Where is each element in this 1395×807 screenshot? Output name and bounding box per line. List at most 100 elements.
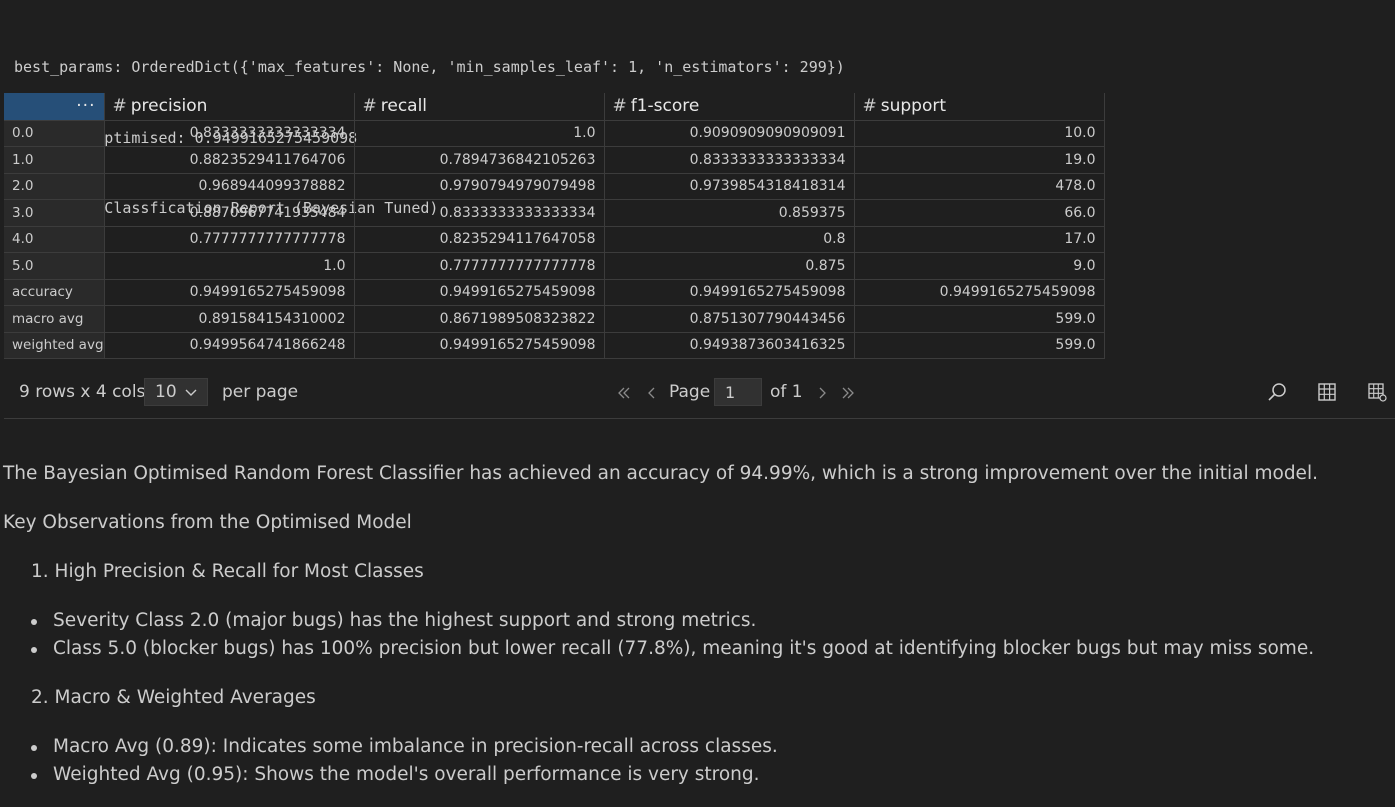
table-cell[interactable]: 0.9739854318418314 — [604, 173, 855, 200]
table-cell[interactable]: 17.0 — [854, 226, 1105, 253]
per-page-label: per page — [222, 382, 299, 402]
table-cell[interactable]: 0.968944099378882 — [104, 173, 355, 200]
table-cell[interactable]: 0.875 — [604, 252, 855, 280]
page-count-label: of 1 — [770, 382, 803, 402]
table-cell[interactable]: 0.9090909090909091 — [604, 120, 855, 147]
table-cell[interactable]: 0.9499165275459098 — [854, 279, 1105, 306]
numeric-type-icon: # — [612, 96, 627, 117]
index-column-header[interactable]: ··· — [4, 93, 105, 121]
table-cell[interactable]: 0.7777777777777778 — [354, 252, 605, 280]
per-page-select[interactable]: 10 — [144, 378, 208, 406]
page-number-input[interactable] — [714, 378, 762, 406]
column-settings-icon[interactable] — [1366, 381, 1388, 403]
table-row: 4.0 0.7777777777777778 0.823529411764705… — [4, 226, 1105, 253]
row-index: macro avg — [4, 305, 105, 333]
table-cell[interactable]: 0.8671989508323822 — [354, 305, 605, 333]
table-cell[interactable]: 0.9499165275459098 — [354, 279, 605, 306]
bullet-icon — [31, 619, 37, 625]
row-index: 3.0 — [4, 199, 105, 227]
row-index: 1.0 — [4, 146, 105, 174]
list-item: Severity Class 2.0 (major bugs) has the … — [53, 610, 757, 631]
row-index: 4.0 — [4, 226, 105, 253]
row-index: accuracy — [4, 279, 105, 306]
table-cell[interactable]: 1.0 — [354, 120, 605, 147]
grid-pager: 9 rows x 4 cols 10 per page Page of 1 — [4, 368, 1395, 419]
per-page-value: 10 — [155, 382, 177, 402]
table-header-row: ··· # precision # recall # f1-score # suppor… — [4, 93, 1105, 121]
first-page-icon[interactable] — [616, 385, 632, 401]
table-cell[interactable]: 19.0 — [854, 146, 1105, 174]
data-table: ··· # precision # recall # f1-score # suppor… — [4, 93, 1105, 359]
table-row: accuracy 0.9499165275459098 0.9499165275… — [4, 279, 1105, 306]
bullet-icon — [31, 773, 37, 779]
table-row: 5.0 1.0 0.7777777777777778 0.875 9.0 — [4, 252, 1105, 280]
table-row: 1.0 0.8823529411764706 0.789473684210526… — [4, 146, 1105, 174]
numeric-type-icon: # — [862, 96, 877, 117]
output-line-best-params: best_params: OrderedDict({'max_features'… — [14, 58, 845, 76]
numeric-type-icon: # — [112, 96, 127, 117]
search-icon[interactable] — [1266, 381, 1288, 403]
table-cell[interactable]: 0.8870967741935484 — [104, 199, 355, 227]
column-header-label: f1-score — [630, 96, 700, 117]
list-item: Weighted Avg (0.95): Shows the model's o… — [53, 764, 760, 785]
bullet-icon — [31, 647, 37, 653]
table-cell[interactable]: 0.9499165275459098 — [354, 332, 605, 359]
table-cell[interactable]: 1.0 — [104, 252, 355, 280]
column-header-label: precision — [130, 96, 208, 117]
table-cell[interactable]: 0.9493873603416325 — [604, 332, 855, 359]
table-cell[interactable]: 0.8751307790443456 — [604, 305, 855, 333]
column-header-precision[interactable]: # precision — [104, 93, 355, 121]
table-cell[interactable]: 0.859375 — [604, 199, 855, 227]
rows-cols-count: 9 rows x 4 cols — [19, 382, 146, 402]
observations-heading: Key Observations from the Optimised Mode… — [3, 512, 412, 533]
table-cell[interactable]: 0.8333333333333334 — [604, 146, 855, 174]
more-options-icon[interactable]: ··· — [76, 96, 95, 116]
row-index: weighted avg — [4, 332, 105, 359]
row-index: 5.0 — [4, 252, 105, 280]
list-item: Macro Avg (0.89): Indicates some imbalan… — [53, 736, 778, 757]
column-header-f1-score[interactable]: # f1-score — [604, 93, 855, 121]
table-cell[interactable]: 0.9499165275459098 — [104, 279, 355, 306]
table-cell[interactable]: 599.0 — [854, 332, 1105, 359]
bullet-icon — [31, 745, 37, 751]
table-cell[interactable]: 0.9499564741866248 — [104, 332, 355, 359]
table-icon[interactable] — [1316, 381, 1338, 403]
row-index: 0.0 — [4, 120, 105, 147]
table-cell[interactable]: 599.0 — [854, 305, 1105, 333]
row-index: 2.0 — [4, 173, 105, 200]
table-cell[interactable]: 0.8823529411764706 — [104, 146, 355, 174]
table-cell[interactable]: 9.0 — [854, 252, 1105, 280]
table-cell[interactable]: 0.8 — [604, 226, 855, 253]
table-row: 3.0 0.8870967741935484 0.833333333333333… — [4, 199, 1105, 227]
table-cell[interactable]: 0.7894736842105263 — [354, 146, 605, 174]
chevron-down-icon — [185, 389, 197, 396]
table-row: 2.0 0.968944099378882 0.9790794979079498… — [4, 173, 1105, 200]
table-row: 0.0 0.8333333333333334 1.0 0.90909090909… — [4, 120, 1105, 147]
section-2-title: 2. Macro & Weighted Averages — [31, 687, 316, 708]
column-header-label: recall — [380, 96, 428, 117]
table-row: weighted avg 0.9499564741866248 0.949916… — [4, 332, 1105, 359]
table-cell[interactable]: 0.9499165275459098 — [604, 279, 855, 306]
list-item: Class 5.0 (blocker bugs) has 100% precis… — [53, 638, 1315, 659]
table-cell[interactable]: 66.0 — [854, 199, 1105, 227]
table-cell[interactable]: 0.7777777777777778 — [104, 226, 355, 253]
numeric-type-icon: # — [362, 96, 377, 117]
table-cell[interactable]: 0.8235294117647058 — [354, 226, 605, 253]
table-cell[interactable]: 0.8333333333333334 — [354, 199, 605, 227]
prev-page-icon[interactable] — [644, 385, 660, 401]
table-cell[interactable]: 10.0 — [854, 120, 1105, 147]
section-1-title: 1. High Precision & Recall for Most Clas… — [31, 561, 424, 582]
table-cell[interactable]: 0.9790794979079498 — [354, 173, 605, 200]
summary-paragraph: The Bayesian Optimised Random Forest Cla… — [3, 463, 1318, 484]
table-row: macro avg 0.891584154310002 0.8671989508… — [4, 305, 1105, 333]
table-cell[interactable]: 0.8333333333333334 — [104, 120, 355, 147]
column-header-support[interactable]: # support — [854, 93, 1105, 121]
column-header-label: support — [880, 96, 947, 117]
table-cell[interactable]: 0.891584154310002 — [104, 305, 355, 333]
column-header-recall[interactable]: # recall — [354, 93, 605, 121]
data-grid: ··· # precision # recall # f1-score # suppor… — [4, 93, 1105, 359]
table-cell[interactable]: 478.0 — [854, 173, 1105, 200]
last-page-icon[interactable] — [840, 385, 856, 401]
page-label: Page — [669, 382, 711, 402]
next-page-icon[interactable] — [814, 385, 830, 401]
